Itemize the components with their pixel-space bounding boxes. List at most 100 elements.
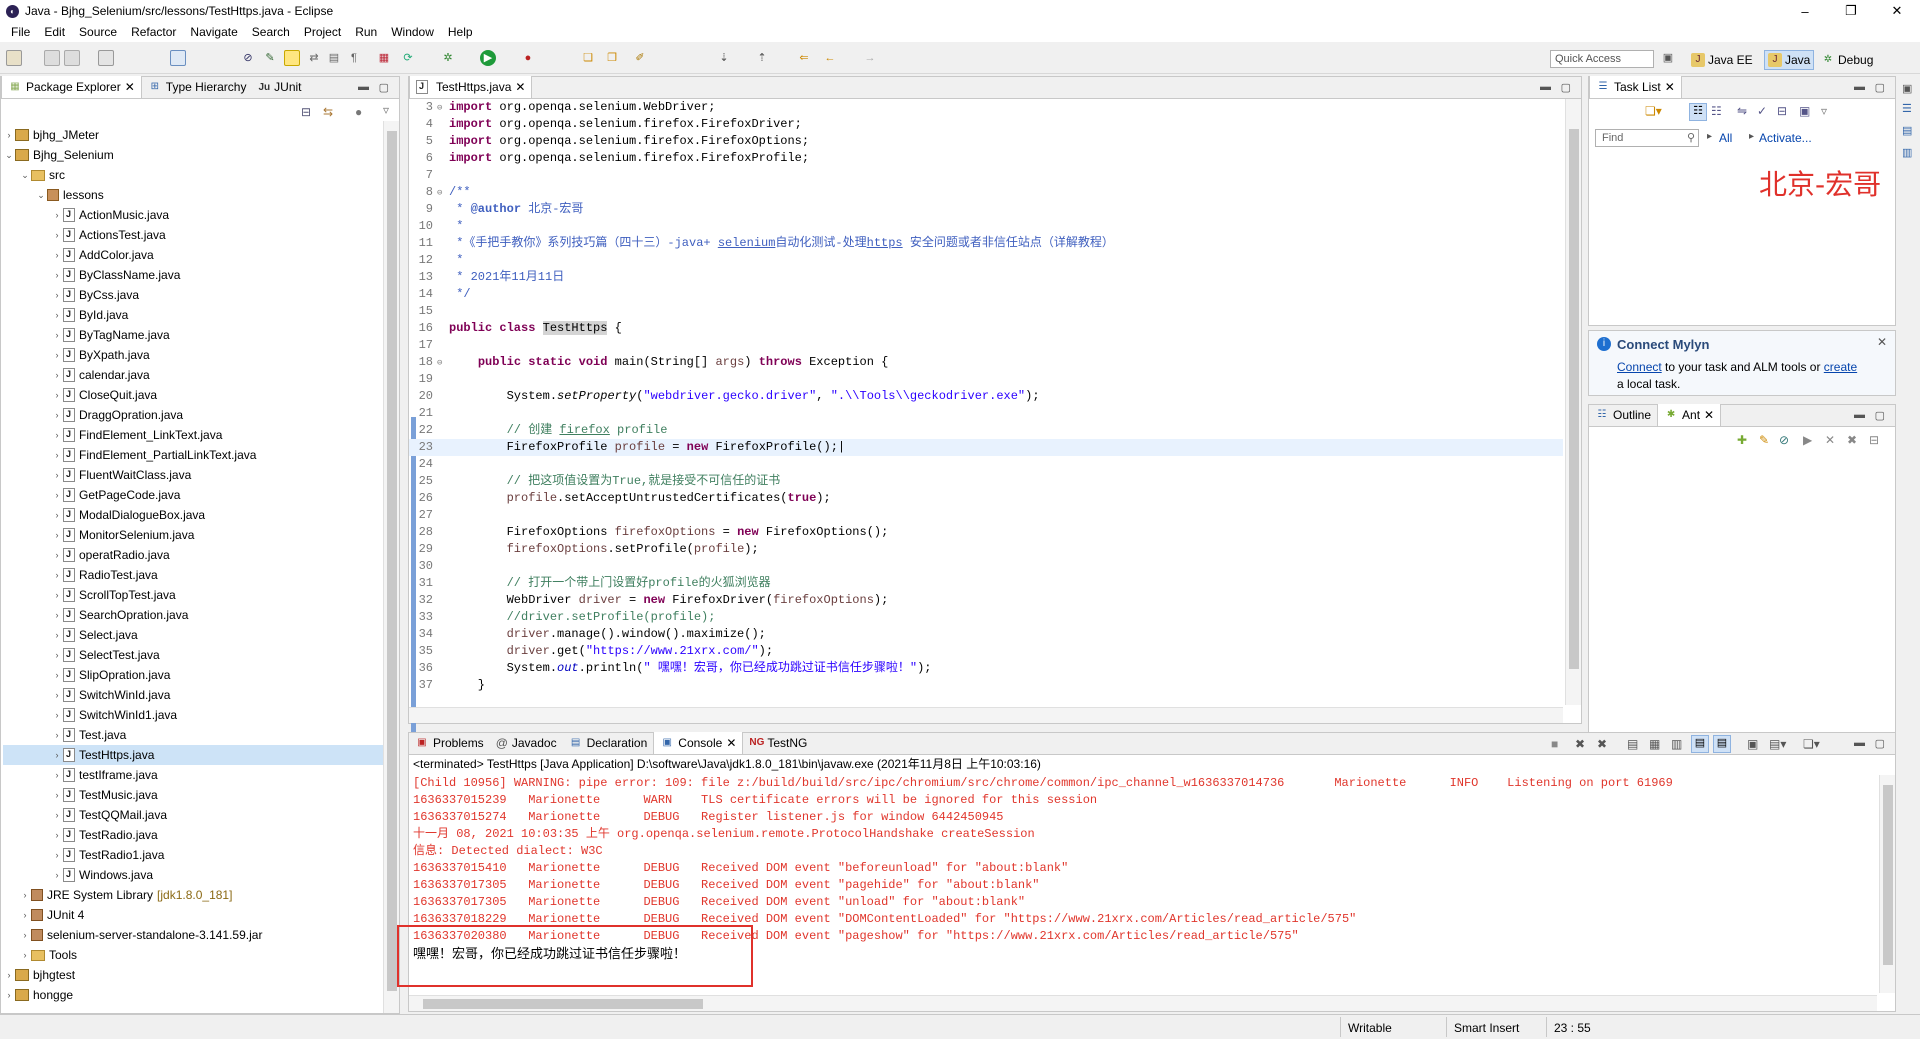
focus-icon[interactable]: ● bbox=[355, 105, 362, 119]
close-icon[interactable]: ✕ bbox=[1704, 408, 1714, 422]
collapse-all-icon[interactable]: ⊟ bbox=[301, 105, 311, 119]
code-line[interactable]: 12 * bbox=[409, 252, 1563, 269]
perspective-debug[interactable]: ✲ Debug bbox=[1818, 50, 1876, 70]
tree-item[interactable]: › testIframe.java bbox=[3, 765, 383, 785]
create-link[interactable]: create bbox=[1824, 360, 1857, 374]
chevron-right-icon[interactable]: › bbox=[51, 670, 63, 680]
maximize-view-icon[interactable]: ▢ bbox=[1875, 81, 1885, 94]
chevron-right-icon[interactable]: › bbox=[51, 570, 63, 580]
code-line[interactable]: 32 WebDriver driver = new FirefoxDriver(… bbox=[409, 592, 1563, 609]
tree-item[interactable]: › ActionsTest.java bbox=[3, 225, 383, 245]
chevron-right-icon[interactable]: › bbox=[51, 410, 63, 420]
chevron-right-icon[interactable]: › bbox=[51, 390, 63, 400]
tree-item[interactable]: › JUnit 4 bbox=[3, 905, 383, 925]
code-line[interactable]: 24 bbox=[409, 456, 1563, 473]
minimize-view-icon[interactable]: ▬ bbox=[1854, 81, 1865, 93]
tree-item[interactable]: › MonitorSelenium.java bbox=[3, 525, 383, 545]
chevron-down-icon[interactable]: ⌄ bbox=[19, 170, 31, 181]
chevron-down-icon[interactable]: ⌄ bbox=[3, 150, 15, 161]
menu-project[interactable]: Project bbox=[297, 25, 348, 39]
open-type-icon[interactable]: ❐ bbox=[604, 50, 620, 66]
minimize-view-icon[interactable]: ▬ bbox=[1854, 737, 1865, 749]
display-console-icon[interactable]: ▤▾ bbox=[1769, 737, 1786, 751]
save-icon[interactable] bbox=[44, 50, 60, 66]
collapse-all-icon[interactable]: ⊟ bbox=[1777, 104, 1787, 118]
minimize-view-icon[interactable]: ▬ bbox=[1854, 409, 1865, 421]
fold-icon[interactable]: ⊖ bbox=[437, 100, 449, 117]
console-horizontal-scrollbar[interactable] bbox=[409, 995, 1877, 1011]
code-line[interactable]: 27 bbox=[409, 507, 1563, 524]
show-on-stdout-icon[interactable]: ▤ bbox=[1691, 735, 1709, 753]
tab-console[interactable]: ▣ Console ✕ bbox=[653, 732, 744, 754]
terminate-icon[interactable]: ■ bbox=[1551, 737, 1558, 751]
chevron-right-icon[interactable]: › bbox=[51, 350, 63, 360]
code-line[interactable]: 21 bbox=[409, 405, 1563, 422]
chevron-right-icon[interactable]: › bbox=[51, 690, 63, 700]
tree-item[interactable]: › JRE System Library [jdk1.8.0_181] bbox=[3, 885, 383, 905]
chevron-right-icon[interactable]: › bbox=[51, 650, 63, 660]
tab-javadoc[interactable]: @ Javadoc bbox=[490, 732, 563, 754]
code-line[interactable]: 6 import org.openqa.selenium.firefox.Fire… bbox=[409, 150, 1563, 167]
code-area[interactable]: 3 ⊖ import org.openqa.selenium.WebDriver; 4… bbox=[409, 99, 1563, 705]
tree-item[interactable]: › FindElement_PartialLinkText.java bbox=[3, 445, 383, 465]
code-line[interactable]: 23 FirefoxProfile profile = new FirefoxP… bbox=[409, 439, 1563, 456]
tree-item[interactable]: › FindElement_LinkText.java bbox=[3, 425, 383, 445]
code-line[interactable]: 9 * @author 北京-宏哥 bbox=[409, 201, 1563, 218]
open-task-icon[interactable]: ✐ bbox=[632, 50, 648, 66]
add-buildfile-icon[interactable]: ✚ bbox=[1737, 433, 1747, 447]
chevron-right-icon[interactable]: › bbox=[51, 830, 63, 840]
menu-run[interactable]: Run bbox=[348, 25, 384, 39]
tab-testng[interactable]: NG TestNG bbox=[743, 732, 813, 754]
code-line[interactable]: 8 ⊖/** bbox=[409, 184, 1563, 201]
maximize-view-icon[interactable]: ▢ bbox=[1561, 81, 1571, 94]
chevron-right-icon[interactable]: › bbox=[51, 610, 63, 620]
code-line[interactable]: 18 ⊖ public static void main(String[] arg… bbox=[409, 354, 1563, 371]
block-selection-icon[interactable]: ▤ bbox=[326, 50, 342, 66]
hide-internal-icon[interactable]: ⊘ bbox=[1779, 433, 1789, 447]
tree-item[interactable]: › hongge bbox=[3, 985, 383, 1005]
tree-item[interactable]: › selenium-server-standalone-3.141.59.jar bbox=[3, 925, 383, 945]
chevron-right-icon[interactable]: › bbox=[51, 370, 63, 380]
menu-search[interactable]: Search bbox=[245, 25, 297, 39]
skip-breakpoints-icon[interactable]: ⊘ bbox=[240, 50, 256, 66]
tree-item[interactable]: › SwitchWinId1.java bbox=[3, 705, 383, 725]
menu-edit[interactable]: Edit bbox=[37, 25, 72, 39]
remove-icon[interactable]: ✕ bbox=[1825, 433, 1835, 447]
next-annotation-icon[interactable]: ⇣ bbox=[716, 50, 732, 66]
tab-declaration[interactable]: ▤ Declaration bbox=[563, 732, 654, 754]
menu-source[interactable]: Source bbox=[72, 25, 124, 39]
tree-item[interactable]: › TestHttps.java bbox=[3, 745, 383, 765]
perspective-java[interactable]: J Java bbox=[1764, 50, 1815, 70]
clear-console-icon[interactable]: ▤ bbox=[1627, 737, 1638, 751]
terminal-icon[interactable] bbox=[170, 50, 186, 66]
chevron-right-icon[interactable]: › bbox=[51, 430, 63, 440]
menu-refactor[interactable]: Refactor bbox=[124, 25, 183, 39]
activate-link[interactable]: Activate... bbox=[1759, 131, 1812, 145]
code-line[interactable]: 26 profile.setAcceptUntrustedCertificate… bbox=[409, 490, 1563, 507]
tab-problems[interactable]: ▣ Problems bbox=[409, 732, 490, 754]
close-button[interactable]: ✕ bbox=[1874, 0, 1920, 22]
new-task-icon[interactable]: ❏▾ bbox=[1645, 104, 1662, 118]
tree-item[interactable]: › GetPageCode.java bbox=[3, 485, 383, 505]
forward-icon[interactable]: → bbox=[862, 50, 878, 66]
chevron-right-icon[interactable]: › bbox=[51, 310, 63, 320]
chevron-right-icon[interactable]: › bbox=[51, 530, 63, 540]
tree-item[interactable]: › ActionMusic.java bbox=[3, 205, 383, 225]
tree-item[interactable]: › ModalDialogueBox.java bbox=[3, 505, 383, 525]
minimize-button[interactable]: – bbox=[1782, 0, 1828, 22]
fold-icon[interactable]: ⊖ bbox=[437, 355, 449, 372]
tree-item[interactable]: › ByCss.java bbox=[3, 285, 383, 305]
whitespace-icon[interactable]: ¶ bbox=[346, 50, 362, 66]
tree-item[interactable]: ⌄ src bbox=[3, 165, 383, 185]
tree-item[interactable]: › bjhg_JMeter bbox=[3, 125, 383, 145]
tree-item[interactable]: › ById.java bbox=[3, 305, 383, 325]
chevron-right-icon[interactable]: › bbox=[51, 330, 63, 340]
chevron-right-icon[interactable]: › bbox=[51, 850, 63, 860]
chevron-right-icon[interactable]: › bbox=[19, 950, 31, 960]
tree-item[interactable]: › Select.java bbox=[3, 625, 383, 645]
chevron-right-icon[interactable]: › bbox=[51, 250, 63, 260]
close-icon[interactable]: ✕ bbox=[125, 80, 135, 94]
tree-item[interactable]: › bjhgtest bbox=[3, 965, 383, 985]
hide-completed-icon[interactable]: ✓ bbox=[1757, 104, 1767, 118]
code-line[interactable]: 13 * 2021年11月11日 bbox=[409, 269, 1563, 286]
